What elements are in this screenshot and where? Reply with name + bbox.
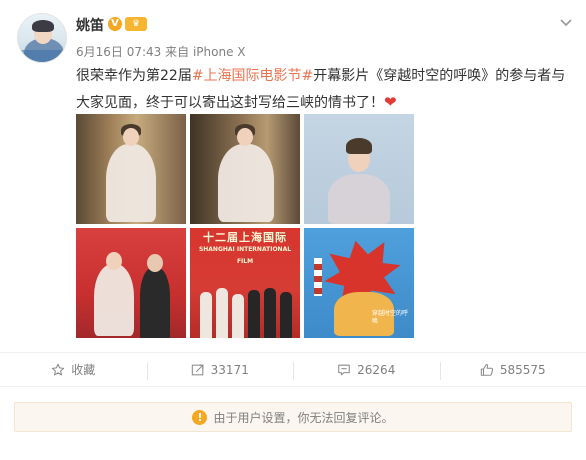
thumbs-up-icon — [480, 363, 493, 376]
photo-thumbnail[interactable]: 穿越时空的呼唤 — [304, 228, 414, 338]
banner-subtitle: SHANGHAI INTERNATIONAL FILM — [198, 246, 292, 265]
festival-banner: 十二届上海国际 SHANGHAI INTERNATIONAL FILM — [190, 231, 300, 266]
star-icon — [52, 363, 65, 375]
hashtag-link[interactable]: #上海国际电影节# — [192, 68, 313, 84]
avatar[interactable] — [17, 13, 67, 63]
photo-thumbnail[interactable]: 十二届上海国际 SHANGHAI INTERNATIONAL FILM — [190, 228, 300, 338]
warning-icon: ! — [192, 409, 208, 425]
repost-button[interactable]: 33171 — [146, 353, 294, 386]
favorite-button[interactable]: 收藏 — [0, 353, 147, 386]
photo-thumbnail[interactable] — [304, 114, 414, 224]
like-button[interactable]: 585575 — [439, 353, 586, 386]
repost-icon — [191, 364, 203, 375]
heart-emoji: ❤ — [384, 93, 397, 111]
crown-badge-icon[interactable]: ♛ — [125, 17, 147, 31]
poster-title: 穿越时空的呼唤 — [372, 310, 409, 325]
verified-icon: V — [108, 17, 122, 31]
like-count: 585575 — [499, 362, 546, 377]
author-name[interactable]: 姚笛 — [76, 15, 104, 35]
post-text-part1: 很荣幸作为第22届 — [76, 68, 192, 84]
photo-thumbnail[interactable] — [76, 228, 186, 338]
post-meta: 6月16日 07:43 来自 iPhone X — [76, 43, 246, 60]
weibo-post-card: 姚笛 V ♛ 6月16日 07:43 来自 iPhone X 很荣幸作为第22届… — [0, 0, 586, 460]
post-source: 来自 iPhone X — [165, 45, 246, 59]
banner-title: 十二届上海国际 — [203, 231, 287, 244]
notice-text: 由于用户设置，你无法回复评论。 — [213, 410, 394, 425]
comment-count: 26264 — [357, 362, 396, 377]
favorite-label: 收藏 — [71, 363, 96, 377]
action-bar: 收藏 33171 26264 585575 — [0, 352, 586, 387]
comment-restriction-notice: ! 由于用户设置，你无法回复评论。 — [14, 402, 572, 432]
repost-count: 33171 — [210, 362, 249, 377]
image-grid: 十二届上海国际 SHANGHAI INTERNATIONAL FILM 穿越时空… — [76, 114, 414, 338]
chevron-down-icon[interactable] — [558, 14, 574, 30]
post-text: 很荣幸作为第22届#上海国际电影节#开幕影片《穿越时空的呼唤》的参与者与大家见面… — [76, 63, 576, 116]
photo-thumbnail[interactable] — [76, 114, 186, 224]
comment-icon — [338, 364, 350, 375]
post-timestamp[interactable]: 6月16日 07:43 — [76, 45, 161, 59]
comment-button[interactable]: 26264 — [293, 353, 440, 386]
photo-thumbnail[interactable] — [190, 114, 300, 224]
